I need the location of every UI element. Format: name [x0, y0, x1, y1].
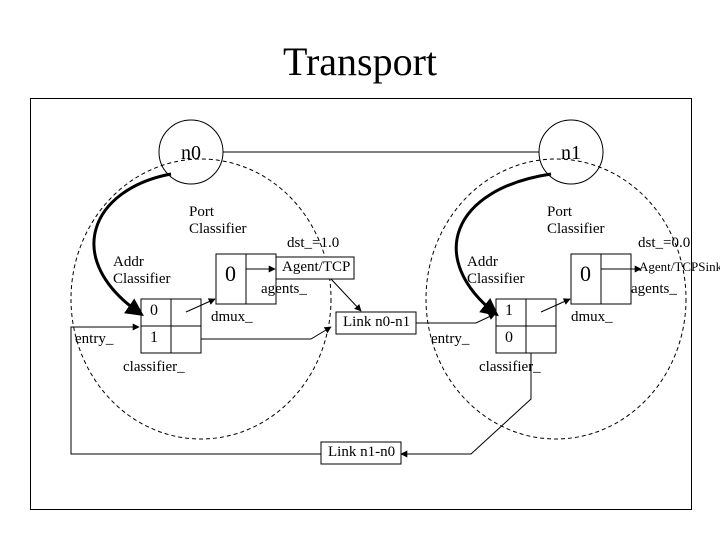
addr-classifier-label-left: Addr Classifier [113, 254, 171, 287]
classifier-label-left: classifier_ [123, 359, 185, 376]
dmux-label-left: dmux_ [211, 309, 253, 326]
classifier-label-right: classifier_ [479, 359, 541, 376]
addr-slot0-left: 0 [150, 302, 158, 320]
port-slot0-right: 0 [580, 261, 591, 287]
dst-label-right: dst_=0.0 [638, 235, 690, 252]
port-slot0-left: 0 [225, 261, 236, 287]
page-title: Transport [0, 38, 720, 85]
entry-label-right: entry_ [431, 331, 469, 348]
dst-label-left: dst_=1.0 [287, 235, 339, 252]
agents-label-right: agents_ [631, 281, 677, 298]
dmux-label-right: dmux_ [571, 309, 613, 326]
node-n0: n0 [181, 142, 201, 165]
addr-slot0-right: 0 [505, 329, 513, 347]
addr-slot1-right: 1 [505, 302, 513, 320]
diagram-frame: n0 n1 Port Classifier Addr Classifier ds… [30, 98, 692, 510]
addr-classifier-label-right: Addr Classifier [467, 254, 525, 287]
addr-slot1-left: 1 [150, 329, 158, 347]
port-classifier-label-right: Port Classifier [547, 204, 605, 237]
agent-tcp-label: Agent/TCP [282, 259, 350, 276]
port-classifier-label-left: Port Classifier [189, 204, 247, 237]
entry-label-left: entry_ [75, 331, 113, 348]
link-n0-n1-label: Link n0-n1 [343, 314, 410, 331]
link-n1-n0-label: Link n1-n0 [328, 444, 395, 461]
node-n1: n1 [561, 142, 581, 165]
agent-tcpsink-label: Agent/TCPSink [639, 259, 720, 275]
agents-label-left: agents_ [261, 281, 307, 298]
